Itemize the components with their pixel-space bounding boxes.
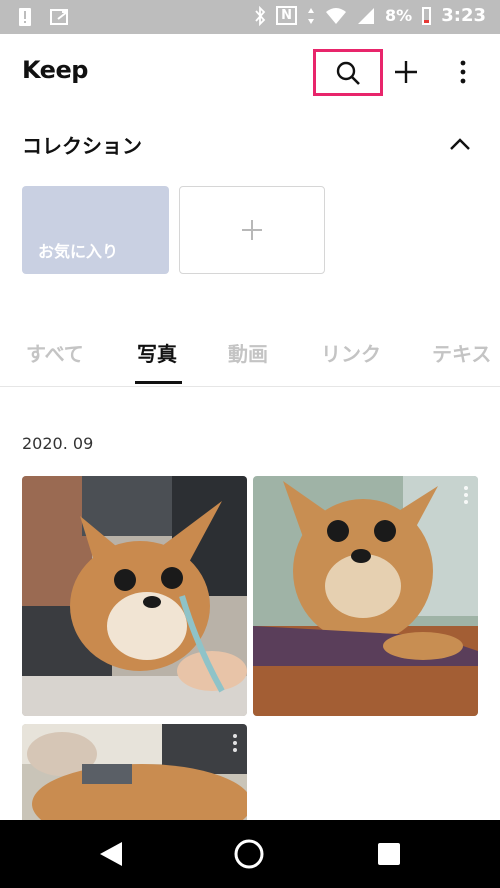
page-title: Keep	[22, 56, 88, 84]
photo-thumbnail[interactable]	[253, 476, 478, 716]
content-tabs: すべて 写真 動画 リンク テキス	[0, 326, 500, 387]
tab-all[interactable]: すべて	[26, 338, 84, 367]
chevron-up-icon	[450, 138, 470, 150]
plus-icon	[395, 61, 417, 83]
add-collection-button[interactable]	[179, 186, 325, 274]
wifi-icon	[326, 7, 347, 24]
screen-share-icon	[50, 9, 68, 25]
app-header: Keep	[0, 34, 500, 108]
search-button[interactable]	[313, 49, 383, 96]
signal-icon	[358, 7, 375, 24]
home-icon[interactable]	[233, 838, 265, 870]
bluetooth-icon	[255, 5, 266, 26]
more-vertical-icon	[460, 60, 466, 84]
collection-title: コレクション	[22, 134, 142, 158]
tab-text[interactable]: テキス	[432, 338, 491, 367]
photo-more-icon[interactable]	[464, 486, 468, 504]
add-button[interactable]	[390, 54, 422, 90]
recent-apps-icon[interactable]	[378, 843, 400, 865]
date-group-label: 2020. 09	[22, 434, 94, 453]
clock: 3:23	[441, 5, 486, 26]
photo-more-icon[interactable]	[233, 734, 237, 752]
tab-photos[interactable]: 写真	[137, 338, 177, 367]
nfc-icon: N	[276, 6, 298, 25]
plus-icon	[242, 220, 262, 240]
photo-thumbnail[interactable]	[22, 476, 247, 716]
back-icon[interactable]	[98, 840, 124, 868]
dog-photo-image	[22, 476, 247, 716]
collection-header: コレクション	[0, 124, 500, 164]
tab-links[interactable]: リンク	[321, 338, 381, 367]
status-bar: N 8% 3:23	[0, 0, 500, 34]
tab-videos[interactable]: 動画	[228, 338, 268, 367]
photo-thumbnail[interactable]	[22, 724, 247, 820]
dog-photo-image	[253, 476, 478, 716]
collection-collapse-button[interactable]	[446, 130, 474, 158]
battery-icon	[422, 6, 432, 25]
favorites-label: お気に入り	[38, 242, 119, 261]
more-options-button[interactable]	[450, 54, 476, 90]
system-nav-bar	[0, 820, 500, 888]
dog-photo-image	[22, 724, 247, 820]
active-tab-indicator	[135, 381, 182, 384]
alert-icon	[19, 8, 31, 26]
battery-percent: 8%	[385, 6, 413, 25]
data-arrows-icon	[308, 7, 315, 24]
favorites-collection-card[interactable]: お気に入り	[22, 186, 169, 274]
search-icon	[336, 61, 360, 85]
